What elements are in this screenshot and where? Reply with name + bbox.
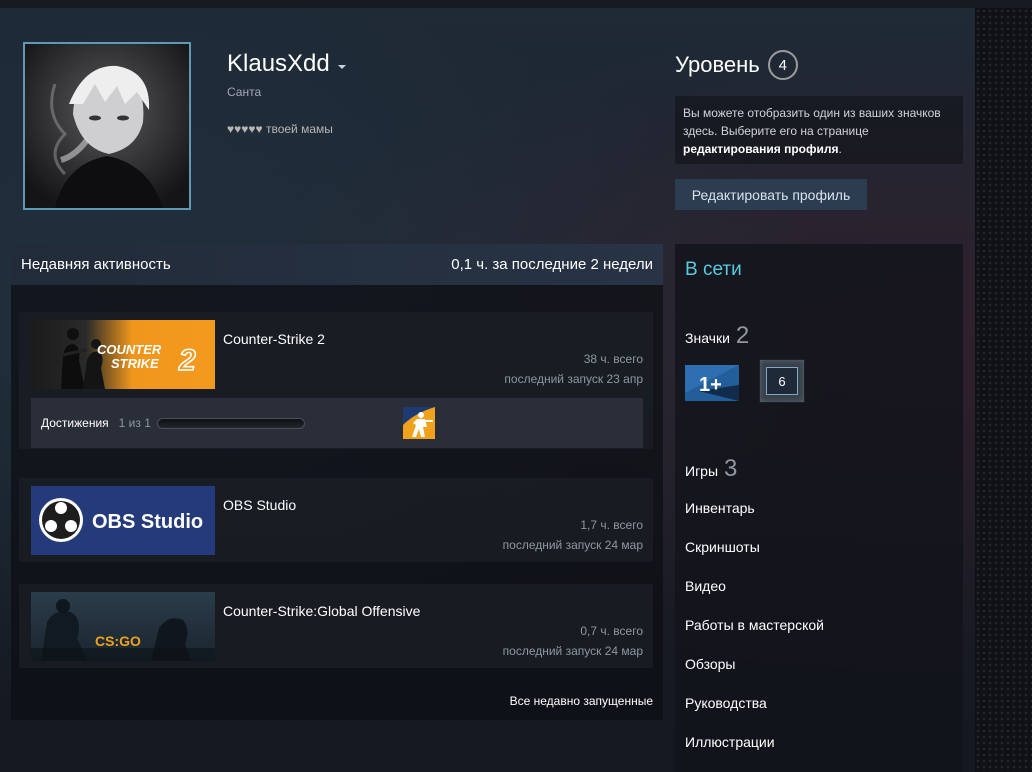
csgo-capsule-logo: CS:GO — [95, 633, 141, 649]
sidebar-item-reviews[interactable]: Обзоры — [685, 656, 736, 672]
game-last-played: последний запуск 24 мар — [502, 644, 643, 658]
sidebar-item-games[interactable]: Игры 3 — [685, 455, 737, 483]
badge-level-6[interactable]: 6 — [759, 359, 805, 403]
recent-activity-header: Недавняя активность 0,1 ч. за последние … — [11, 244, 663, 285]
recent-activity-summary: 0,1 ч. за последние 2 недели — [451, 256, 653, 273]
game-name[interactable]: OBS Studio — [223, 497, 296, 513]
real-name: Санта — [227, 85, 262, 99]
profile-avatar[interactable] — [23, 42, 191, 210]
achievement-icon[interactable] — [403, 407, 435, 439]
game-capsule-csgo[interactable]: CS:GO — [31, 592, 215, 661]
sidebar-item-guides[interactable]: Руководства — [685, 695, 767, 711]
level-value: 4 — [767, 50, 798, 80]
cs2-capsule-line2: STRIKE — [111, 356, 159, 371]
recent-game-obs: OBS Studio OBS Studio 1,7 ч. всего после… — [19, 478, 653, 562]
badge-6-label: 6 — [766, 367, 798, 395]
game-name[interactable]: Counter-Strike:Global Offensive — [223, 603, 420, 619]
badge-hint-end: . — [838, 142, 842, 156]
sidebar-item-label: Значки — [685, 330, 730, 346]
avatar-image — [25, 44, 189, 208]
view-all-recent-link[interactable]: Все недавно запущенные — [510, 694, 653, 708]
obs-capsule-title: OBS Studio — [92, 511, 203, 533]
badge-hint: Вы можете отобразить один из ваших значк… — [675, 96, 963, 164]
recent-game-csgo: CS:GO Counter-Strike:Global Offensive 0,… — [19, 584, 653, 668]
sidebar-item-workshop[interactable]: Работы в мастерской — [685, 617, 824, 633]
sidebar-item-label: Игры — [685, 463, 719, 479]
cs2-capsule-art: COUNTER STRIKE 2 — [51, 328, 197, 389]
badge-hint-text: Вы можете отобразить один из ваших значк… — [683, 106, 941, 138]
persona-name-row[interactable]: KlausXdd — [227, 50, 346, 78]
achievements-bar[interactable]: Достижения 1 из 1 — [31, 398, 643, 448]
sidebar-item-inventory[interactable]: Инвентарь — [685, 500, 755, 516]
online-status: В сети — [685, 259, 742, 280]
badge-years-of-service[interactable]: 1+ — [685, 365, 739, 401]
badge-1-label: 1+ — [699, 374, 722, 396]
game-capsule-obs[interactable]: OBS Studio — [31, 486, 215, 555]
top-bar — [0, 0, 1032, 8]
recent-activity-panel: Недавняя активность 0,1 ч. за последние … — [11, 244, 663, 720]
game-hours: 0,7 ч. всего — [580, 624, 643, 638]
sidebar-item-artwork[interactable]: Иллюстрации — [685, 734, 775, 750]
profile-level: Уровень 4 — [675, 50, 798, 80]
game-hours: 38 ч. всего — [583, 352, 643, 366]
recent-game-cs2: COUNTER STRIKE 2 Counter-Strike 2 38 ч. … — [19, 312, 653, 449]
chevron-down-icon[interactable] — [337, 65, 346, 69]
csgo-capsule-art: CS:GO — [31, 599, 215, 661]
game-last-played: последний запуск 24 мар — [502, 538, 643, 552]
game-last-played: последний запуск 23 апр — [504, 372, 643, 386]
obs-capsule-art: OBS Studio — [39, 498, 203, 542]
game-name[interactable]: Counter-Strike 2 — [223, 331, 325, 347]
game-hours: 1,7 ч. всего — [580, 518, 643, 532]
cs2-capsule-number: 2 — [178, 344, 196, 377]
profile-sidebar: В сети Значки 2 1+ 6 Игры 3 Инвентарь Ск… — [675, 244, 963, 772]
sidebar-item-videos[interactable]: Видео — [685, 578, 726, 594]
edit-profile-button[interactable]: Редактировать профиль — [675, 179, 867, 210]
page-side-pattern — [975, 8, 1032, 772]
sidebar-item-badges[interactable]: Значки 2 — [685, 322, 749, 350]
edit-profile-link[interactable]: редактирования профиля — [683, 142, 838, 156]
badge-1-plus-icon: 1+ — [685, 365, 739, 401]
level-label: Уровень — [675, 52, 760, 77]
soldier-icon — [403, 407, 435, 439]
sidebar-item-screenshots[interactable]: Скриншоты — [685, 539, 760, 555]
cs2-capsule-line1: COUNTER — [97, 342, 162, 357]
profile-summary: ♥♥♥♥♥ твоей мамы — [227, 122, 333, 136]
sidebar-item-count: 2 — [735, 322, 750, 349]
achievements-count: 1 из 1 — [118, 416, 151, 430]
achievements-label: Достижения — [41, 416, 109, 430]
recent-activity-title: Недавняя активность — [21, 256, 171, 273]
persona-name[interactable]: KlausXdd — [227, 50, 330, 78]
sidebar-item-count: 3 — [724, 455, 738, 482]
achievements-progress-bar — [156, 417, 305, 429]
game-capsule-cs2[interactable]: COUNTER STRIKE 2 — [31, 320, 215, 389]
